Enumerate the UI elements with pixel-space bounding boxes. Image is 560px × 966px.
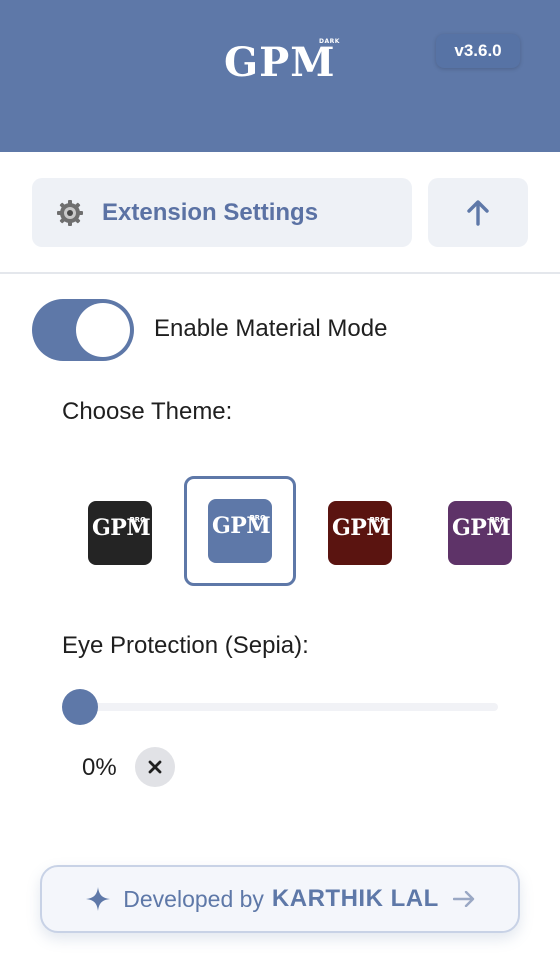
choose-theme-label: Choose Theme:: [62, 398, 233, 425]
theme-logo-text: GPM: [452, 515, 511, 541]
developed-by-prefix: Developed by: [123, 885, 264, 912]
material-mode-label: Enable Material Mode: [154, 315, 388, 342]
scroll-up-button[interactable]: [428, 178, 528, 247]
version-badge: v3.6.0: [436, 34, 520, 68]
sparkle-icon: [86, 887, 111, 911]
sepia-value: 0%: [82, 754, 117, 781]
sepia-reset-button[interactable]: [135, 747, 175, 787]
theme-tile: PRO GPM: [88, 501, 152, 565]
extension-settings-button[interactable]: Extension Settings: [32, 178, 412, 247]
header-bar: GPM DARK v3.6.0: [0, 0, 560, 152]
gear-icon: [57, 199, 83, 226]
developed-by-button[interactable]: Developed by KARTHIK LAL: [40, 865, 520, 933]
theme-logo-text: GPM: [212, 513, 271, 539]
divider: [0, 272, 560, 274]
arrow-right-icon: [452, 891, 474, 907]
theme-tile: PRO GPM: [448, 501, 512, 565]
toggle-knob: [76, 303, 130, 357]
developer-name: KARTHIK LAL: [271, 885, 439, 912]
theme-tile: PRO GPM: [328, 501, 392, 565]
sepia-slider-thumb[interactable]: [62, 689, 98, 725]
material-mode-toggle[interactable]: [32, 299, 134, 361]
theme-tile: PRO GPM: [208, 499, 272, 563]
extension-settings-label: Extension Settings: [102, 198, 319, 226]
logo-text: GPM: [224, 39, 336, 86]
theme-logo-text: GPM: [332, 515, 391, 541]
eye-protection-label: Eye Protection (Sepia):: [62, 632, 309, 659]
theme-logo-text: GPM: [92, 515, 151, 541]
gpm-logo: GPM DARK: [224, 38, 339, 88]
close-icon: [148, 760, 162, 774]
sepia-slider-track[interactable]: [62, 703, 498, 711]
logo-badge: DARK: [319, 38, 340, 45]
arrow-up-icon: [467, 199, 489, 226]
